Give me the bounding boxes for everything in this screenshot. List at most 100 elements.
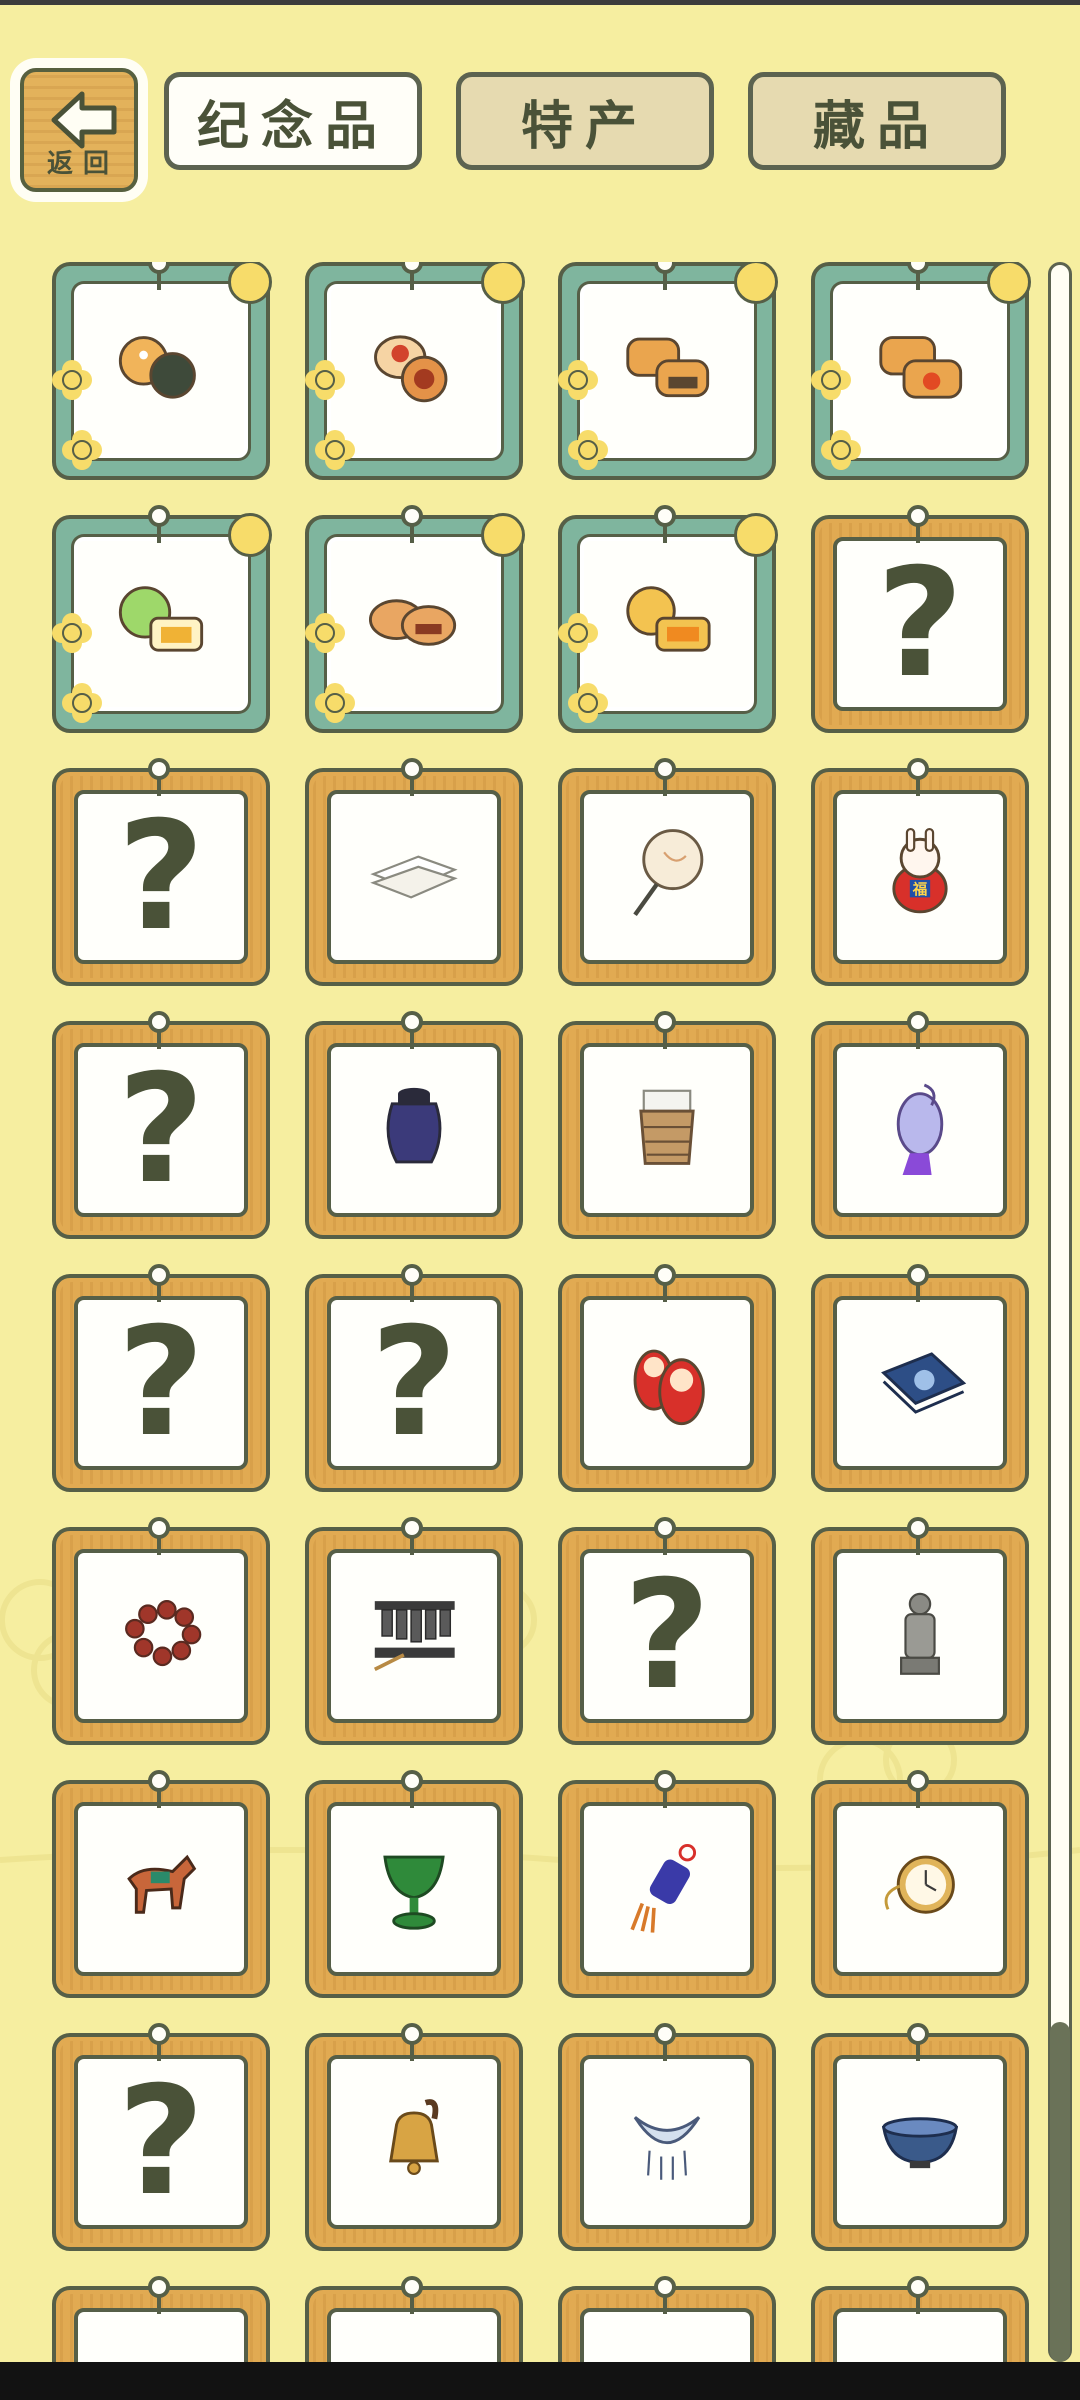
item-frame: 福 — [811, 768, 1029, 986]
back-button[interactable]: 返回 — [14, 62, 144, 198]
collection-item[interactable] — [305, 262, 525, 480]
round-fan-icon — [606, 816, 728, 938]
collection-item[interactable]: ? — [52, 2023, 270, 2251]
green-mooncake-icon — [118, 586, 204, 652]
collection-item[interactable] — [52, 1770, 270, 1998]
unknown-item-icon: ? — [100, 802, 222, 952]
item-frame — [305, 1780, 523, 1998]
item-card — [580, 2055, 754, 2229]
hanging-hook-icon — [148, 1011, 170, 1049]
collection-item[interactable] — [811, 1011, 1029, 1239]
item-frame — [558, 1780, 776, 1998]
hanging-hook-icon — [148, 1264, 170, 1302]
tab-specialties[interactable]: 特产 — [456, 72, 714, 170]
collection-item[interactable] — [811, 2276, 1029, 2362]
pocket-watch-icon — [859, 1828, 981, 1950]
sachet-pouch-icon — [859, 1069, 981, 1191]
item-frame — [558, 1274, 776, 1492]
collection-item[interactable] — [558, 1011, 776, 1239]
collection-item[interactable] — [305, 2023, 523, 2251]
collection-item[interactable] — [305, 505, 525, 733]
brass-bell-icon — [353, 2081, 475, 2203]
unknown-item-icon: ? — [606, 1561, 728, 1711]
item-card — [74, 1549, 248, 1723]
back-button-label: 返回 — [46, 149, 119, 179]
collection-item[interactable] — [558, 2276, 776, 2362]
collection-item[interactable] — [52, 505, 272, 733]
flower-decoration-icon — [62, 370, 82, 390]
collection-item[interactable] — [558, 2023, 776, 2251]
item-frame — [305, 2033, 523, 2251]
collection-item[interactable] — [305, 2276, 523, 2362]
tab-collectibles[interactable]: 藏品 — [748, 72, 1006, 170]
item-card — [580, 1043, 754, 1217]
item-card — [327, 2055, 501, 2229]
collection-item[interactable] — [558, 262, 778, 480]
item-card: ? — [74, 1043, 248, 1217]
collection-item[interactable] — [558, 758, 776, 986]
item-card — [580, 1296, 754, 1470]
item-card — [327, 1802, 501, 1976]
collection-item[interactable]: ? — [305, 1264, 523, 1492]
brass-bell-icon — [389, 2099, 439, 2176]
hanging-hook-icon — [907, 2276, 929, 2314]
collection-item[interactable] — [52, 2276, 270, 2362]
question-mark-label: ? — [117, 1043, 205, 1217]
hanging-hook-icon — [654, 505, 676, 543]
question-mark-label: ? — [117, 790, 205, 964]
flower-decoration-icon — [821, 370, 841, 390]
item-frame: ? — [52, 768, 270, 986]
collection-item[interactable]: 福 — [811, 758, 1029, 986]
flower-decoration-icon — [62, 623, 82, 643]
collection-item[interactable]: ? — [811, 505, 1029, 733]
item-card — [74, 2308, 248, 2362]
collection-item[interactable] — [52, 1517, 270, 1745]
collection-item[interactable] — [305, 1517, 523, 1745]
question-mark-label: ? — [623, 1549, 711, 1723]
item-frame — [811, 1780, 1029, 1998]
jade-cup-icon — [383, 1855, 445, 1930]
tab-souvenirs[interactable]: 纪念品 — [164, 72, 422, 170]
item-frame — [558, 768, 776, 986]
collection-item[interactable] — [305, 758, 523, 986]
clay-jar-icon — [386, 1087, 442, 1164]
moon-badge-icon — [734, 513, 778, 557]
collection-item[interactable]: ? — [52, 1011, 270, 1239]
moon-badge-icon — [481, 262, 525, 304]
item-card: ? — [833, 537, 1007, 711]
collection-item[interactable]: ? — [52, 1264, 270, 1492]
hanging-hook-icon — [654, 2276, 676, 2314]
hanging-hook-icon — [907, 505, 929, 543]
scrollbar-thumb[interactable] — [1050, 2022, 1070, 2362]
collection-item[interactable]: ? — [558, 1517, 776, 1745]
item-card — [327, 2308, 501, 2362]
collection-item[interactable] — [558, 1770, 776, 1998]
hanging-hook-icon — [148, 1517, 170, 1555]
egg-yolk-mooncake-icon — [859, 310, 981, 432]
collection-item[interactable] — [811, 262, 1031, 480]
question-mark-label: ? — [117, 1296, 205, 1470]
collection-item[interactable] — [811, 1264, 1029, 1492]
collection-item[interactable] — [811, 2023, 1029, 2251]
collection-item[interactable] — [305, 1770, 523, 1998]
hanging-hook-icon — [654, 2023, 676, 2061]
flower-decoration-icon — [831, 440, 851, 460]
item-card — [327, 537, 501, 711]
collection-item[interactable] — [305, 1011, 523, 1239]
hanging-hook-icon — [654, 1770, 676, 1808]
collection-item[interactable] — [811, 1517, 1029, 1745]
collection-item[interactable]: ? — [52, 758, 270, 986]
collection-item[interactable] — [52, 262, 272, 480]
partial-item-icon — [353, 2334, 475, 2362]
item-frame — [52, 1780, 270, 1998]
collection-item[interactable] — [811, 1770, 1029, 1998]
item-card — [580, 1802, 754, 1976]
flower-decoration-icon — [578, 440, 598, 460]
hanging-hook-icon — [148, 1770, 170, 1808]
item-card — [833, 284, 1007, 458]
collection-item[interactable] — [558, 505, 778, 733]
prayer-beads-icon — [100, 1575, 222, 1697]
collection-item[interactable] — [558, 1264, 776, 1492]
woven-cup-icon — [639, 1089, 695, 1165]
partial-item-icon — [353, 2311, 475, 2362]
